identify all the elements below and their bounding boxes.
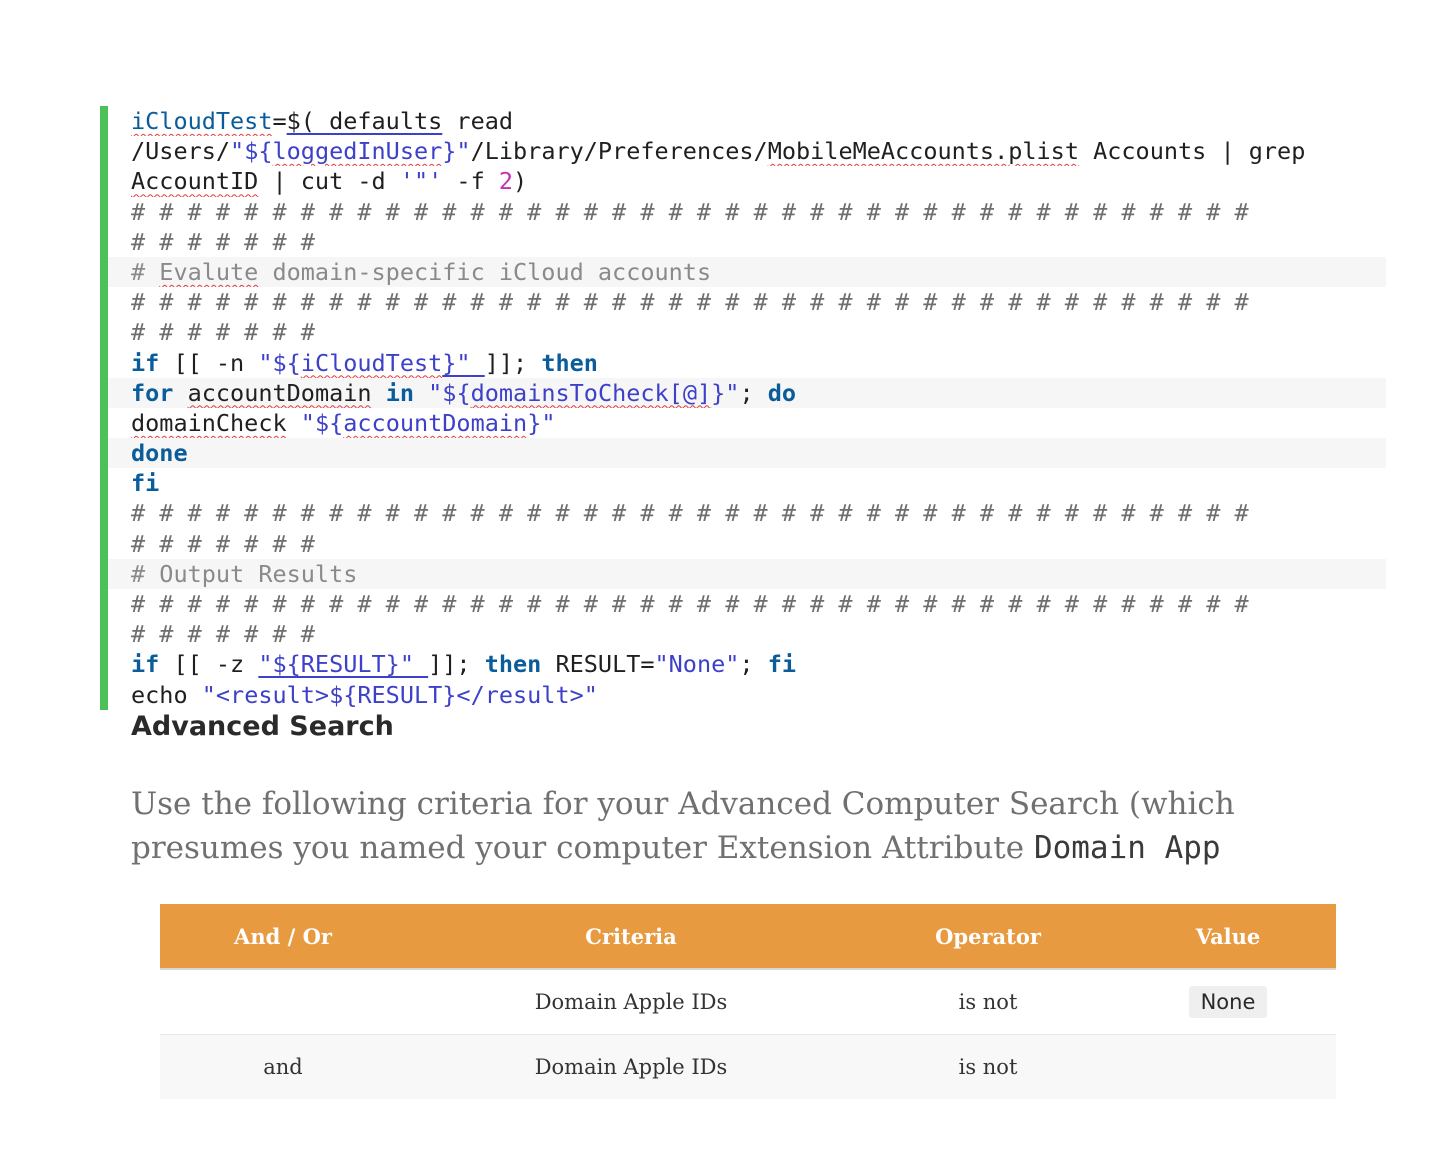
- code-token: /Users/: [131, 137, 231, 166]
- code-comment: # Output Results: [108, 558, 1386, 589]
- cell-criteria: Domain Apple IDs: [406, 969, 856, 1035]
- code-token: echo: [131, 680, 202, 709]
- section-heading: Advanced Search: [131, 711, 394, 742]
- code-token: "${: [428, 378, 471, 407]
- code-token: read: [442, 107, 514, 135]
- code-token: if: [131, 650, 160, 679]
- code-token: "${: [230, 137, 273, 166]
- code-comment: # Evalute domain-specific iCloud account…: [108, 256, 1386, 288]
- hash-divider: # # # # # # # # # # # # # # # # # # # # …: [131, 499, 1249, 528]
- code-token: [[ -n: [159, 348, 259, 377]
- hash-divider: # # # # # # # # # # # # # # # # # # # # …: [131, 288, 1249, 317]
- hash-divider: # # # # # # #: [131, 529, 315, 558]
- code-token: }": [527, 408, 556, 437]
- code-token: "${: [300, 408, 344, 437]
- code-line: /Users/"${loggedInUser}"/Library/Prefere…: [108, 136, 1386, 166]
- code-token: #: [131, 257, 160, 286]
- code-token: "<result>${RESULT}</result>": [201, 680, 598, 709]
- cell-value: [1120, 1034, 1336, 1099]
- hash-divider: # # # # # # #: [131, 318, 315, 347]
- cell-value: None: [1120, 969, 1336, 1035]
- code-token: AccountID: [131, 167, 259, 196]
- code-token: accountDomain: [343, 408, 528, 437]
- code-token: accountDomain: [187, 378, 372, 407]
- code-line: domainCheck "${accountDomain}": [108, 408, 1386, 438]
- code-token: "None": [654, 650, 740, 679]
- code-token: domainCheck: [131, 408, 287, 437]
- code-line: if [[ -n "${iCloudTest}" ]]; then: [108, 348, 1386, 378]
- table-row: and Domain Apple IDs is not: [160, 1034, 1336, 1099]
- code-token: /Library/Preferences/: [470, 137, 768, 166]
- code-token: }": [442, 137, 471, 166]
- code-token: }": [711, 378, 740, 407]
- code-token: Evalute: [159, 257, 259, 286]
- table-row: Domain Apple IDs is not None: [160, 969, 1336, 1035]
- code-token: fi: [767, 650, 796, 679]
- cell-operator: is not: [856, 1034, 1120, 1099]
- column-header-value: Value: [1120, 904, 1336, 970]
- description-paragraph: Use the following criteria for your Adva…: [131, 782, 1351, 870]
- code-token: MobileMeAccounts.plist: [767, 137, 1079, 166]
- code-token: '"': [399, 167, 443, 196]
- code-token: then: [484, 650, 542, 679]
- code-token: domain-specific iCloud accounts: [258, 257, 712, 286]
- code-token: domainsToCheck[@]: [470, 378, 712, 407]
- code-token: if: [131, 348, 160, 377]
- hash-divider: # # # # # # #: [131, 227, 315, 256]
- code-line: fi: [131, 469, 160, 498]
- code-token: for: [131, 378, 174, 407]
- code-token: -f: [442, 167, 499, 196]
- code-block: iCloudTest=$( defaults read /Users/"${lo…: [100, 106, 1386, 710]
- code-token: =: [272, 107, 287, 135]
- criteria-table: And / Or Criteria Operator Value Domain …: [160, 904, 1336, 1099]
- code-line: echo "<result>${RESULT}</result>": [108, 680, 1386, 710]
- code-token: "${RESULT}": [258, 650, 414, 679]
- cell-operator: is not: [856, 969, 1120, 1035]
- code-line: iCloudTest=$( defaults read: [108, 106, 1386, 136]
- code-token: | cut -d: [258, 167, 400, 196]
- code-token: ): [513, 167, 528, 196]
- code-token: loggedInUser: [272, 137, 443, 166]
- code-token: }": [442, 348, 471, 377]
- code-line: if [[ -z "${RESULT}" ]]; then RESULT="No…: [108, 649, 1386, 679]
- code-token: 2: [498, 167, 514, 196]
- value-badge: None: [1188, 986, 1268, 1018]
- cell-criteria: Domain Apple IDs: [406, 1034, 856, 1099]
- code-token: Accounts | grep: [1078, 137, 1306, 166]
- hash-divider: # # # # # # # # # # # # # # # # # # # # …: [131, 197, 1249, 226]
- hash-divider: # # # # # # #: [131, 620, 315, 649]
- code-token: in: [385, 378, 414, 407]
- inline-code: Domain App: [1033, 830, 1221, 866]
- code-line: for accountDomain in "${domainsToCheck[@…: [108, 377, 1386, 408]
- hash-divider: # # # # # # # # # # # # # # # # # # # # …: [131, 590, 1249, 618]
- code-token: ;: [739, 378, 768, 407]
- code-token: "${: [258, 348, 301, 377]
- cell-and-or: [160, 969, 406, 1035]
- code-token: ]];: [484, 348, 542, 377]
- code-token: [[ -z: [159, 650, 259, 679]
- code-token: ;: [739, 650, 768, 679]
- code-token: then: [541, 348, 598, 377]
- code-token: $( defaults: [286, 107, 443, 135]
- code-token: iCloudTest: [131, 107, 273, 135]
- cell-and-or: and: [160, 1034, 406, 1099]
- code-token: do: [767, 378, 797, 407]
- code-line: AccountID | cut -d '"' -f 2): [108, 166, 1386, 196]
- code-token: iCloudTest: [300, 348, 443, 377]
- column-header-operator: Operator: [856, 904, 1120, 970]
- code-token: ]];: [428, 650, 485, 679]
- code-line: done: [108, 438, 1386, 469]
- column-header-and-or: And / Or: [160, 904, 406, 970]
- code-token: RESULT=: [541, 650, 655, 679]
- table-header-row: And / Or Criteria Operator Value: [160, 904, 1336, 970]
- column-header-criteria: Criteria: [406, 904, 856, 970]
